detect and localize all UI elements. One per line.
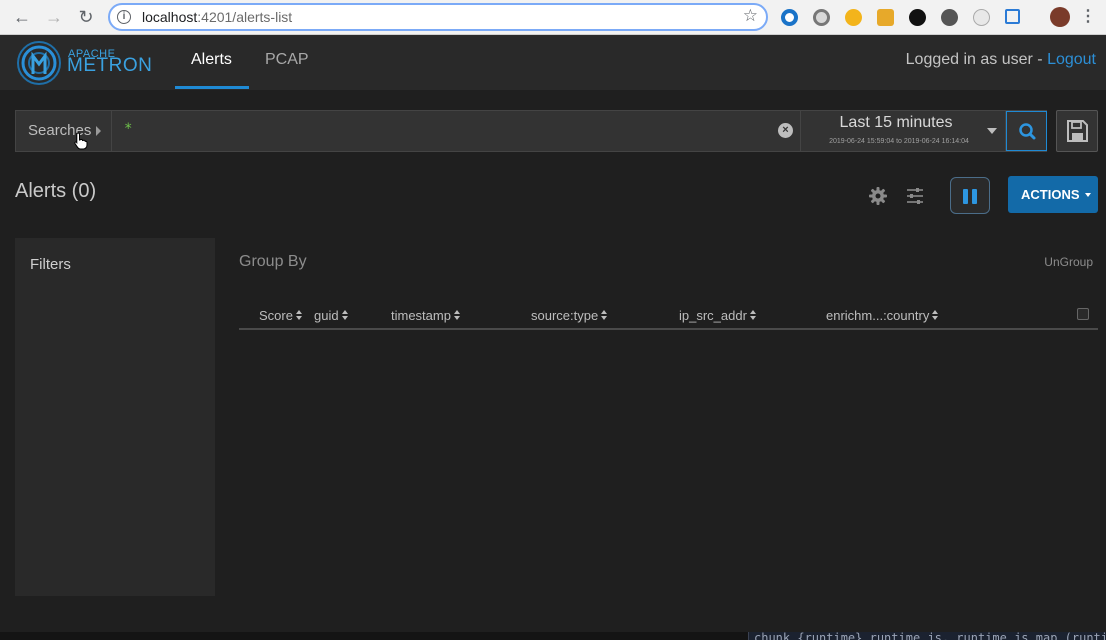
time-range-label: Last 15 minutes (839, 114, 953, 131)
select-all-checkbox[interactable] (1077, 308, 1089, 320)
extension-icon-6[interactable] (941, 9, 958, 26)
pause-icon-bar-right (972, 189, 977, 204)
logout-link[interactable]: Logout (1047, 51, 1096, 68)
chevron-down-icon (987, 128, 997, 134)
url-host: localhost (142, 9, 198, 25)
column-label: Score (259, 308, 293, 323)
save-icon (1067, 120, 1088, 142)
login-status: Logged in as user - Logout (906, 51, 1096, 69)
back-icon[interactable]: ← (11, 6, 33, 28)
column-label: guid (314, 308, 339, 323)
site-info-icon[interactable]: i (117, 10, 131, 24)
logo-text-metron: METRON (67, 55, 153, 76)
search-bar: Searches * × Last 15 minutes 2019-06-24 … (15, 110, 1047, 152)
sort-icon (453, 310, 461, 321)
browser-menu-icon[interactable]: ⋮ (1080, 7, 1096, 27)
filters-title: Filters (30, 256, 71, 273)
hand-cursor-icon (74, 132, 88, 150)
column-header-guid[interactable]: guid (314, 308, 349, 323)
search-button[interactable] (1006, 111, 1047, 151)
filters-panel: Filters (15, 238, 215, 596)
column-header-score[interactable]: Score (259, 308, 303, 323)
column-label: timestamp (391, 308, 451, 323)
browser-chrome: ← → ↻ i localhost:4201/alerts-list ☆ ⋮ (0, 0, 1106, 35)
time-range-selector[interactable]: Last 15 minutes 2019-06-24 15:59:04 to 2… (800, 111, 1006, 151)
time-to: 2019-06-24 16:14:04 (903, 138, 969, 145)
tab-alerts[interactable]: Alerts (191, 51, 232, 69)
app-header: APACHE METRON Alerts PCAP Logged in as u… (0, 35, 1106, 90)
sort-icon (341, 310, 349, 321)
table-header: Score guid timestamp source:type ip_src_… (239, 306, 1098, 330)
column-header-timestamp[interactable]: timestamp (391, 308, 461, 323)
reload-icon[interactable]: ↻ (75, 6, 97, 28)
time-from: 2019-06-24 15:59:04 (829, 138, 895, 145)
group-by-label[interactable]: Group By (239, 253, 307, 271)
background-terminal: chunk {runtime} runtime.js, runtime.js.m… (0, 632, 1106, 640)
extension-icon-2[interactable] (813, 9, 830, 26)
sort-icon (749, 310, 757, 321)
extension-icon-7[interactable] (973, 9, 990, 26)
terminal-text: chunk {runtime} runtime.js, runtime.js.m… (754, 632, 1106, 640)
column-label: enrichm...:country (826, 308, 930, 323)
saved-searches-button[interactable]: Searches (16, 111, 112, 151)
time-range-detail: 2019-06-24 15:59:04 to 2019-06-24 16:14:… (801, 138, 997, 145)
url-text: localhost:4201/alerts-list (142, 9, 292, 25)
search-icon (1019, 123, 1036, 140)
extension-icon-4[interactable] (877, 9, 894, 26)
caret-down-icon (1085, 193, 1091, 197)
sort-icon (601, 310, 608, 321)
column-settings-icon[interactable] (905, 186, 925, 206)
actions-button[interactable]: ACTIONS (1008, 176, 1098, 213)
forward-icon[interactable]: → (43, 6, 65, 28)
address-bar[interactable]: i localhost:4201/alerts-list ☆ (108, 3, 768, 31)
column-header-country[interactable]: enrichm...:country (826, 308, 939, 323)
gear-icon[interactable] (868, 186, 888, 206)
sort-icon (932, 310, 939, 321)
time-to-word: to (896, 138, 902, 145)
caret-right-icon (96, 126, 101, 136)
sort-icon (295, 310, 303, 321)
save-search-button[interactable] (1056, 110, 1098, 152)
pause-icon-bar-left (963, 189, 968, 204)
login-text: Logged in as user - (905, 51, 1048, 68)
metron-logo-icon (17, 41, 61, 85)
pause-button[interactable] (950, 177, 990, 214)
extension-icon-1[interactable] (781, 9, 798, 26)
extension-icon-5[interactable] (909, 9, 926, 26)
clear-search-icon[interactable]: × (778, 123, 793, 138)
actions-label: ACTIONS (1021, 187, 1080, 202)
page-title: Alerts (0) (15, 180, 97, 202)
column-label: source:type (531, 308, 599, 323)
extension-icon-8[interactable] (1005, 9, 1020, 24)
tab-pcap[interactable]: PCAP (265, 51, 309, 69)
ungroup-button[interactable]: UnGroup (1044, 255, 1093, 269)
terminal-pane: chunk {runtime} runtime.js, runtime.js.m… (748, 632, 1106, 640)
extension-icon-3[interactable] (845, 9, 862, 26)
profile-avatar[interactable] (1050, 7, 1070, 27)
active-tab-indicator (175, 86, 249, 89)
bookmark-star-icon[interactable]: ☆ (743, 6, 758, 26)
url-path: :4201/alerts-list (197, 9, 293, 25)
column-header-ip-src-addr[interactable]: ip_src_addr (679, 308, 757, 323)
column-header-source-type[interactable]: source:type (531, 308, 608, 323)
column-label: ip_src_addr (679, 308, 747, 323)
search-query-input[interactable]: * (124, 121, 132, 137)
